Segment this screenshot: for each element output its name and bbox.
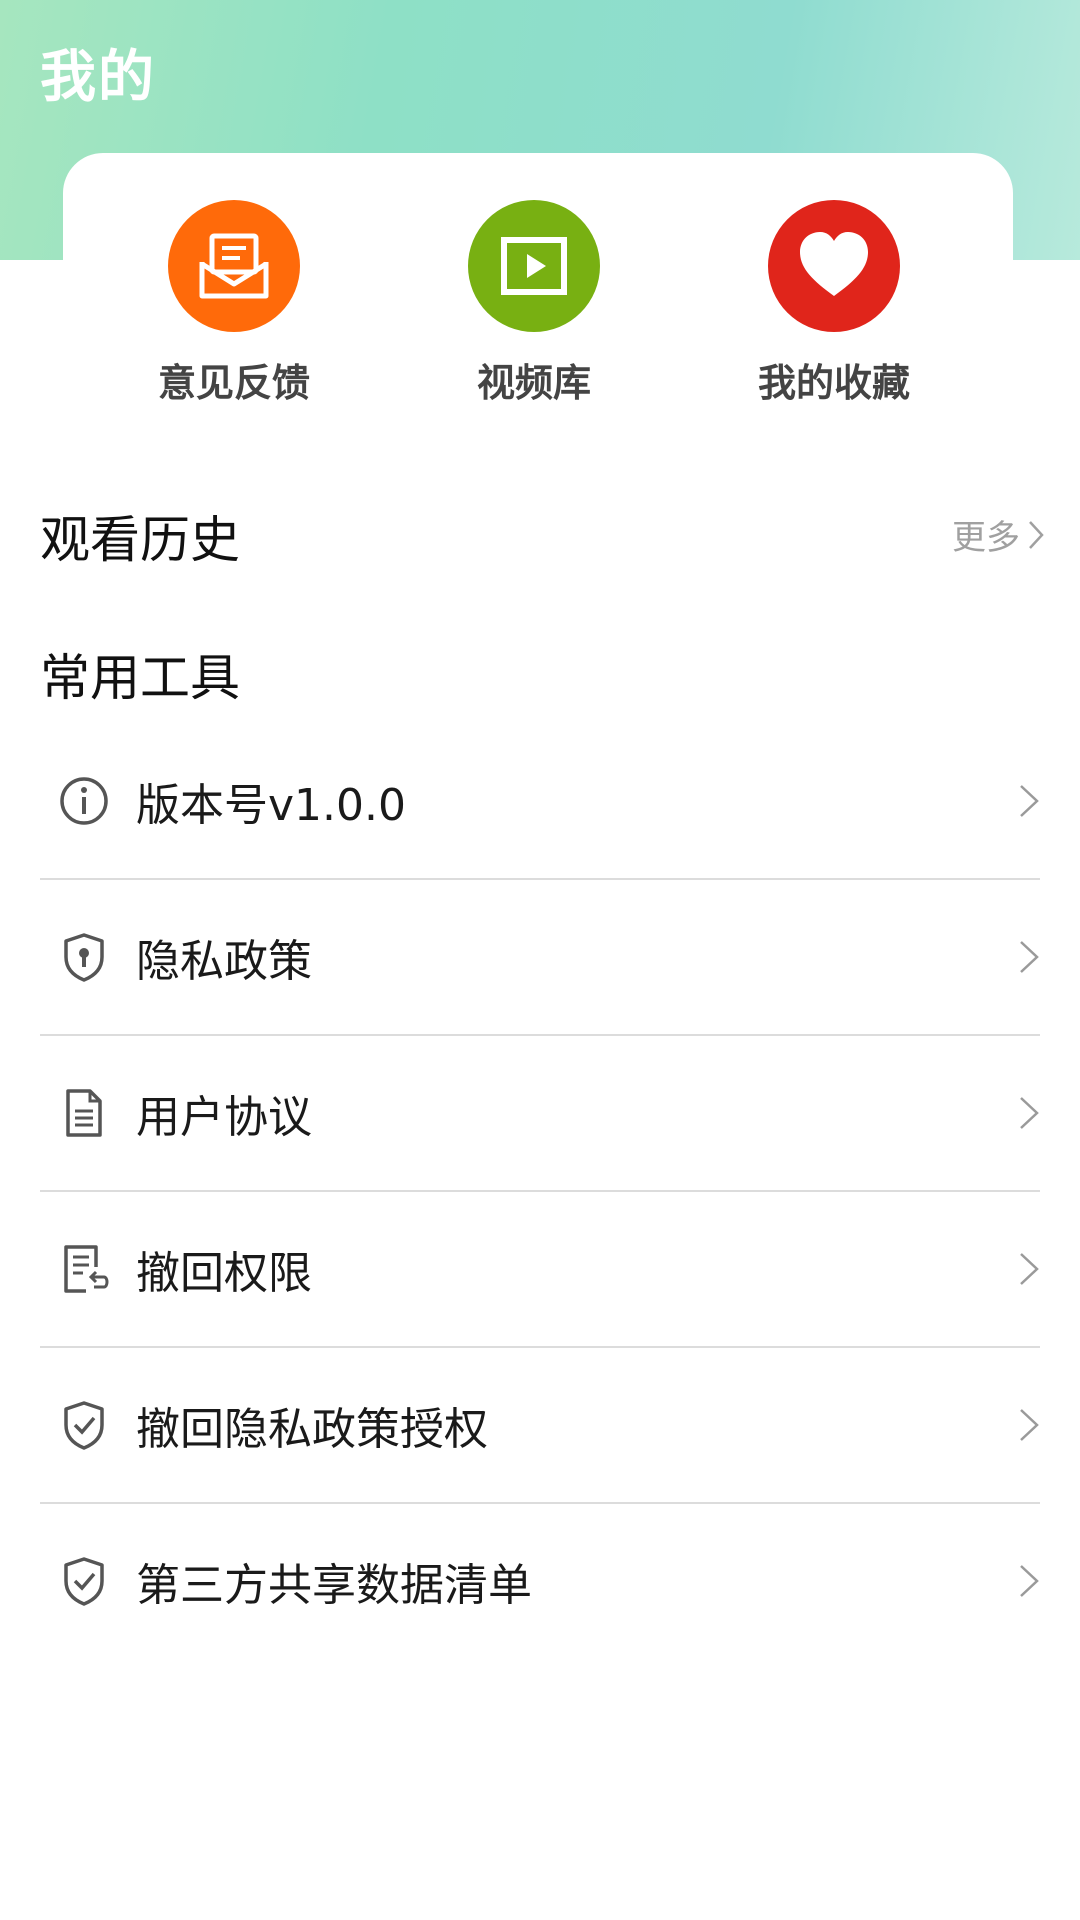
third-party-data-list-item[interactable]: 第三方共享数据清单: [40, 1504, 1040, 1658]
user-agreement-item[interactable]: 用户协议: [40, 1036, 1040, 1192]
chevron-right-icon: [1029, 520, 1044, 549]
page-title: 我的: [40, 45, 156, 110]
revoke-privacy-consent-item[interactable]: 撤回隐私政策授权: [40, 1348, 1040, 1504]
third-party-data-list-label: 第三方共享数据清单: [136, 1560, 532, 1611]
privacy-policy-item[interactable]: 隐私政策: [40, 880, 1040, 1036]
video-play-icon: [468, 200, 600, 332]
chevron-right-icon: [1020, 785, 1039, 817]
shield-check-icon: [64, 1557, 104, 1606]
revoke-permissions-label: 撤回权限: [136, 1248, 312, 1299]
history-more-link[interactable]: 更多: [952, 510, 1044, 559]
feedback-label: 意见反馈: [157, 361, 310, 405]
chevron-right-icon: [1020, 1097, 1039, 1129]
chevron-right-icon: [1020, 1409, 1039, 1441]
version-label: 版本号v1.0.0: [136, 780, 406, 831]
revoke-permissions-item[interactable]: 撤回权限: [40, 1192, 1040, 1348]
version-item[interactable]: 版本号v1.0.0: [40, 724, 1040, 880]
privacy-policy-label: 隐私政策: [136, 936, 312, 987]
document-revoke-icon: [64, 1245, 109, 1293]
more-label: 更多: [952, 518, 1020, 558]
shield-lock-icon: [64, 933, 104, 982]
tools-menu-list: 版本号v1.0.0 隐私政策 用户协议 撤回权限 撤回隐私政策授权 第三方共享数…: [40, 724, 1040, 1658]
common-tools-title: 常用工具: [40, 649, 240, 707]
favorites-label: 我的收藏: [757, 361, 910, 405]
heart-icon: [768, 200, 900, 332]
video-library-shortcut[interactable]: 视频库: [384, 200, 684, 410]
favorites-shortcut[interactable]: 我的收藏: [684, 200, 984, 410]
info-icon: [60, 777, 108, 825]
feedback-shortcut[interactable]: 意见反馈: [84, 200, 384, 410]
feedback-envelope-icon: [168, 200, 300, 332]
chevron-right-icon: [1020, 941, 1039, 973]
video-library-label: 视频库: [476, 361, 591, 405]
watch-history-title: 观看历史: [40, 511, 240, 569]
revoke-privacy-consent-label: 撤回隐私政策授权: [136, 1404, 488, 1455]
chevron-right-icon: [1020, 1565, 1039, 1597]
document-icon: [66, 1089, 102, 1137]
shield-check-icon: [64, 1401, 104, 1450]
user-agreement-label: 用户协议: [136, 1092, 312, 1143]
chevron-right-icon: [1020, 1253, 1039, 1285]
